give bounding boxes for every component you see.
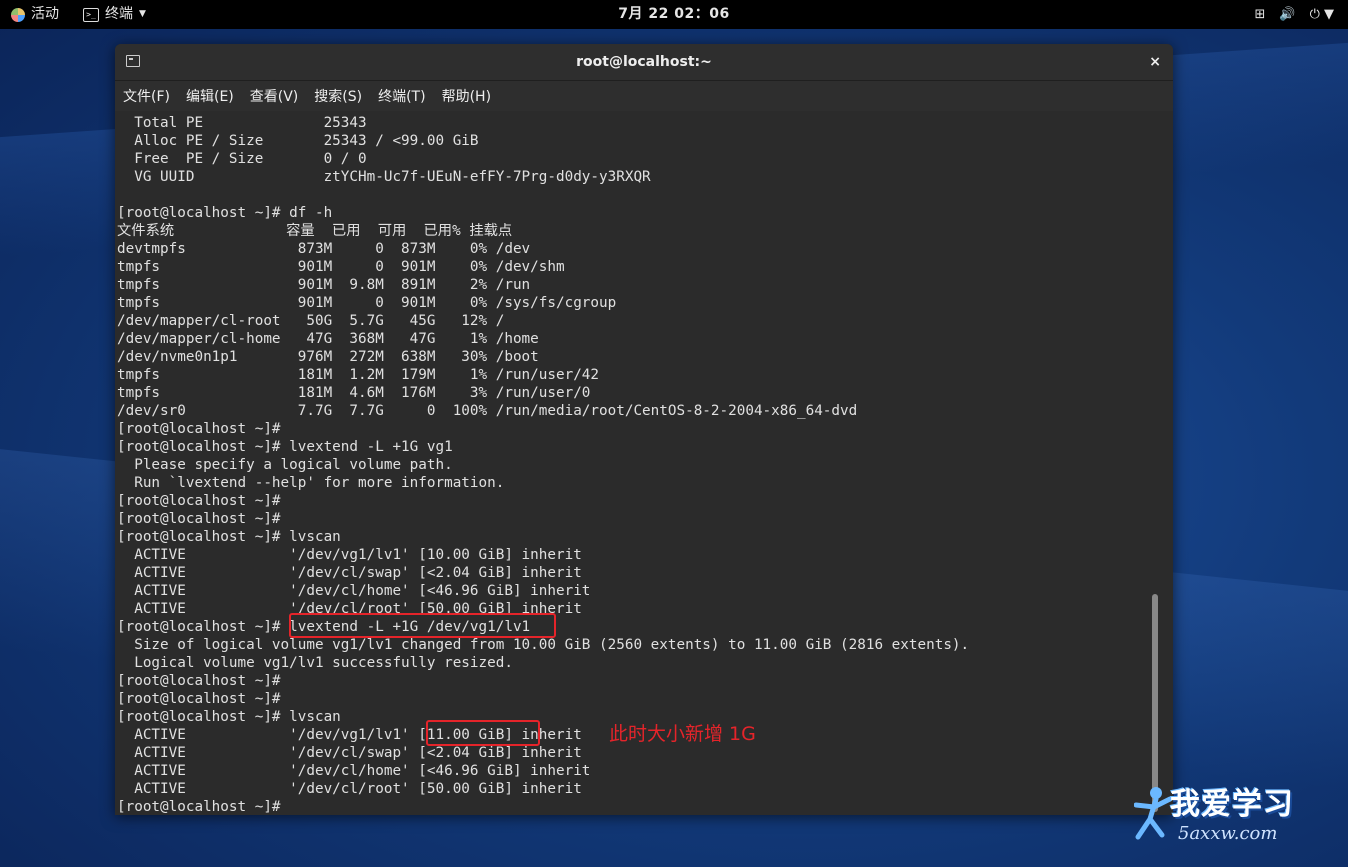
close-button[interactable]: × [1149,44,1161,80]
terminal-line: Size of logical volume vg1/lv1 changed f… [117,637,970,653]
terminal-line: /dev/mapper/cl-home 47G 368M 47G 1% /hom… [117,331,539,347]
terminal-line: VG UUID ztYCHm-Uc7f-UEuN-efFY-7Prg-d0dy-… [117,169,651,185]
menu-terminal[interactable]: 终端(T) [378,86,425,106]
menu-help[interactable]: 帮助(H) [442,86,491,106]
terminal-line: Please specify a logical volume path. [117,457,453,473]
title-bar[interactable]: root@localhost:~ × [115,44,1173,81]
watermark-main: 我爱学习 [1170,787,1294,822]
terminal-line: ACTIVE '/dev/cl/swap' [<2.04 GiB] inheri… [117,565,582,581]
terminal-line: [root@localhost ~]# df -h [117,205,333,221]
clock[interactable]: 7月 22 02：06 [0,0,1348,29]
clock-label: 7月 22 02：06 [618,6,730,22]
menu-search[interactable]: 搜索(S) [314,86,362,106]
terminal-line: [root@localhost ~]# [117,511,281,527]
system-tray[interactable]: ⊞ 🔊 ⏻ ▼ [1254,0,1334,29]
terminal-line: [root@localhost ~]# lvextend -L +1G vg1 [117,439,453,455]
terminal-line: Free PE / Size 0 / 0 [117,151,367,167]
terminal-line: ACTIVE '/dev/cl/root' [50.00 GiB] inheri… [117,781,582,797]
terminal-line: tmpfs 901M 9.8M 891M 2% /run [117,277,531,293]
terminal-line: tmpfs 181M 4.6M 176M 3% /run/user/0 [117,385,591,401]
terminal-line: [root@localhost ~]# [117,691,281,707]
terminal-line: tmpfs 181M 1.2M 179M 1% /run/user/42 [117,367,600,383]
terminal-line: Alloc PE / Size 25343 / <99.00 GiB [117,133,479,149]
power-icon: ⏻ ▼ [1309,7,1334,22]
terminal-line: [root@localhost ~]# [117,421,281,437]
highlight-box-lvextend-command [289,613,556,638]
network-icon: ⊞ [1254,7,1266,22]
terminal-line: ACTIVE '/dev/cl/home' [<46.96 GiB] inher… [117,763,591,779]
annotation-text: 此时大小新增 1G [609,723,756,745]
terminal-line: Run `lvextend --help' for more informati… [117,475,505,491]
terminal-line: [root@localhost ~]# lvscan [117,709,341,725]
terminal-line: 文件系统 容量 已用 可用 已用% 挂载点 [117,223,513,239]
highlight-box-new-size [426,720,540,746]
terminal-line: [root@localhost ~]# lvscan [117,529,341,545]
terminal-line: Total PE 25343 [117,115,367,131]
terminal-line: [root@localhost ~]# [117,673,281,689]
volume-icon: 🔊 [1279,7,1296,22]
terminal-line: tmpfs 901M 0 901M 0% /sys/fs/cgroup [117,295,617,311]
watermark-sub: 5axxw.com [1178,823,1278,844]
menu-view[interactable]: 查看(V) [250,86,299,106]
window-title: root@localhost:~ [576,54,712,70]
menu-file[interactable]: 文件(F) [123,86,170,106]
terminal-line: [root@localhost ~]# [117,799,281,815]
terminal-line: ACTIVE '/dev/vg1/lv1' [10.00 GiB] inheri… [117,547,582,563]
terminal-line: /dev/mapper/cl-root 50G 5.7G 45G 12% / [117,313,505,329]
menu-bar: 文件(F) 编辑(E) 查看(V) 搜索(S) 终端(T) 帮助(H) [115,81,1173,111]
watermark: 我爱学习 5axxw.com [1134,777,1334,857]
top-panel: 活动 >_ 终端 ▼ 7月 22 02：06 ⊞ 🔊 ⏻ ▼ [0,0,1348,29]
terminal-output[interactable]: Total PE 25343 Alloc PE / Size 25343 / <… [115,111,1160,815]
menu-edit[interactable]: 编辑(E) [186,86,234,106]
terminal-line: /dev/sr0 7.7G 7.7G 0 100% /run/media/roo… [117,403,858,419]
terminal-line: ACTIVE '/dev/cl/home' [<46.96 GiB] inher… [117,583,591,599]
terminal-line: Logical volume vg1/lv1 successfully resi… [117,655,513,671]
terminal-line: /dev/nvme0n1p1 976M 272M 638M 30% /boot [117,349,539,365]
terminal-line: devtmpfs 873M 0 873M 0% /dev [117,241,531,257]
terminal-line: tmpfs 901M 0 901M 0% /dev/shm [117,259,565,275]
terminal-line: ACTIVE '/dev/cl/swap' [<2.04 GiB] inheri… [117,745,582,761]
terminal-window: root@localhost:~ × 文件(F) 编辑(E) 查看(V) 搜索(… [115,44,1173,815]
terminal-line: [root@localhost ~]# [117,493,281,509]
watermark-figure-icon [1134,787,1173,840]
